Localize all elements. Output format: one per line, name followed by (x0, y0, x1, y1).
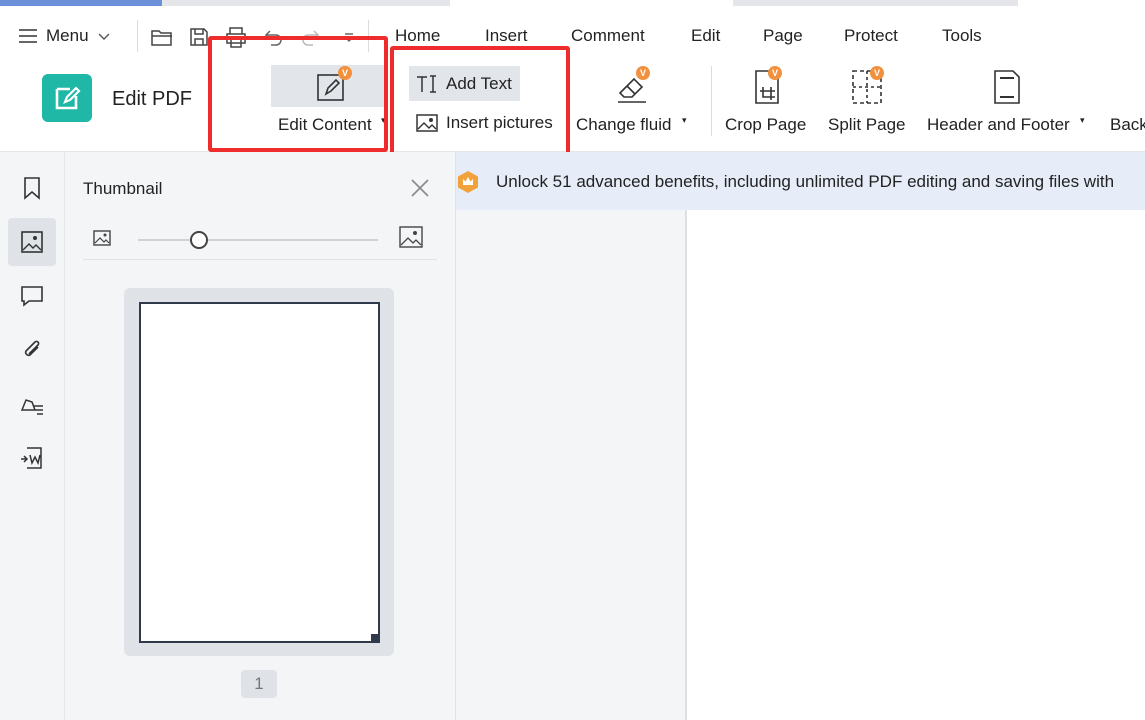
page-thumbnail[interactable] (124, 288, 394, 656)
thumbnail-zoom-row (83, 224, 437, 260)
divider (711, 66, 712, 136)
crop-page-button[interactable]: V Crop Page (725, 65, 809, 145)
hamburger-icon (19, 29, 37, 43)
page-number-badge: 1 (241, 670, 277, 698)
tab-comment[interactable]: Comment (571, 26, 645, 46)
thumbnail-panel: Thumbnail 1 (65, 152, 456, 720)
tab-protect[interactable]: Protect (844, 26, 898, 46)
thumbnail-panel-icon[interactable] (8, 218, 56, 266)
header-and-footer-button[interactable]: Header and Footer ▾ (927, 65, 1092, 145)
signature-icon[interactable] (8, 380, 56, 428)
convert-to-word-icon[interactable] (8, 434, 56, 482)
side-toolbar (0, 152, 65, 720)
menu-label: Menu (46, 26, 89, 45)
highlight-box-text-pictures (390, 46, 570, 162)
open-folder-icon[interactable] (149, 24, 175, 50)
change-fluid-button[interactable]: V Change fluid ▾ (576, 65, 688, 145)
tab-insert[interactable]: Insert (485, 26, 528, 46)
thumbnail-zoom-slider[interactable] (138, 239, 378, 241)
pdf-page[interactable] (685, 210, 1145, 720)
thumbnail-page-preview (139, 302, 380, 643)
dropdown-caret-icon: ▾ (1080, 115, 1085, 125)
split-page-label: Split Page (828, 115, 906, 134)
banner-text: Unlock 51 advanced benefits, including u… (496, 172, 1115, 191)
dropdown-caret-icon: ▾ (682, 115, 687, 125)
vip-badge-icon: V (636, 66, 650, 80)
thumbnail-corner-marker (371, 634, 380, 643)
ribbon: Edit PDF V Edit Content ▾ Add Text Inser… (0, 36, 1145, 162)
tab-home[interactable]: Home (395, 26, 440, 46)
slider-knob[interactable] (190, 231, 208, 249)
thumbnail-title: Thumbnail (83, 179, 163, 198)
close-icon[interactable] (409, 177, 431, 199)
document-view: Unlock 51 advanced benefits, including u… (456, 152, 1145, 720)
split-page-button[interactable]: V Split Page (828, 65, 908, 145)
highlight-box-edit-content (208, 36, 388, 152)
vip-badge-icon: V (870, 66, 884, 80)
comment-icon[interactable] (8, 272, 56, 320)
menu-bar: Menu Home Insert Comment Edit Page Prote… (0, 6, 1145, 58)
crop-page-label: Crop Page (725, 115, 807, 134)
vip-badge-icon: V (768, 66, 782, 80)
upgrade-banner[interactable]: Unlock 51 advanced benefits, including u… (456, 152, 1145, 210)
zoom-out-image-icon[interactable] (92, 228, 112, 248)
tab-edit[interactable]: Edit (691, 26, 720, 46)
chevron-down-icon (98, 33, 110, 40)
tab-page[interactable]: Page (763, 26, 803, 46)
change-fluid-label: Change fluid (576, 115, 672, 134)
attachment-icon[interactable] (8, 326, 56, 374)
edit-pdf-logo-icon (42, 74, 92, 122)
background-button[interactable]: Back (1110, 65, 1145, 145)
menu-button[interactable]: Menu (18, 24, 111, 48)
page-title: Edit PDF (112, 88, 193, 110)
header-and-footer-label: Header and Footer (927, 115, 1070, 134)
tab-tools[interactable]: Tools (942, 26, 982, 46)
divider (137, 20, 138, 52)
header-footer-icon (994, 70, 1020, 104)
zoom-in-image-icon[interactable] (398, 224, 424, 250)
crown-icon (458, 171, 478, 193)
bookmark-icon[interactable] (8, 164, 56, 212)
background-label: Back (1110, 115, 1145, 134)
